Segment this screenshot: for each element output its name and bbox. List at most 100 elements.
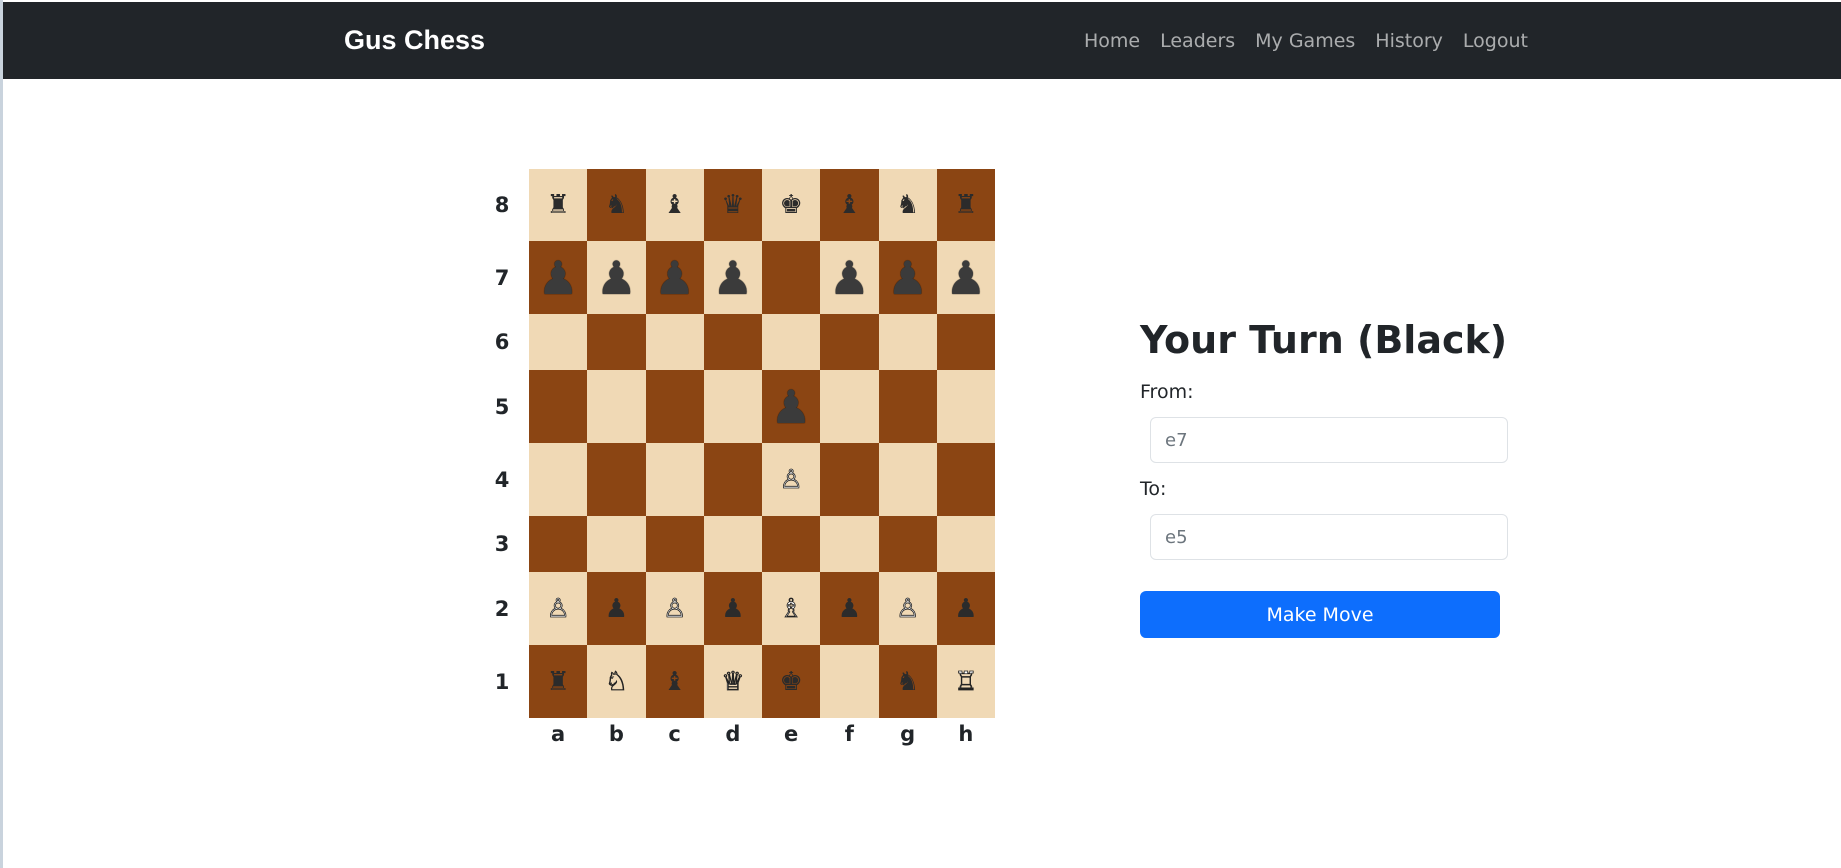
white-rook-icon[interactable]: ♖ <box>954 668 978 695</box>
square-e6[interactable] <box>762 314 821 370</box>
square-h5[interactable] <box>936 370 995 443</box>
black-pawn-icon[interactable]: ♟ <box>596 255 637 301</box>
square-c5[interactable] <box>645 370 704 443</box>
square-d6[interactable] <box>703 314 762 370</box>
square-f2[interactable]: ♟ <box>820 572 879 645</box>
black-pawn-icon[interactable]: ♟ <box>945 255 986 301</box>
square-h3[interactable] <box>936 516 995 572</box>
square-b6[interactable] <box>587 314 646 370</box>
square-a7[interactable]: ♟ <box>529 241 588 314</box>
black-rook-icon[interactable]: ♜ <box>954 192 977 218</box>
square-b1[interactable]: ♘ <box>587 645 646 718</box>
square-g7[interactable]: ♟ <box>878 241 937 314</box>
square-h4[interactable] <box>936 443 995 516</box>
black-pawn-icon[interactable]: ♟ <box>538 255 579 301</box>
square-g1[interactable]: ♞ <box>878 645 937 718</box>
white-pawn-icon[interactable]: ♙ <box>896 595 920 622</box>
square-d2[interactable]: ♟ <box>703 572 762 645</box>
square-b3[interactable] <box>587 516 646 572</box>
square-e4[interactable]: ♙ <box>762 443 821 516</box>
square-f7[interactable]: ♟ <box>820 241 879 314</box>
square-a3[interactable] <box>529 516 588 572</box>
square-d8[interactable]: ♛ <box>703 169 762 241</box>
square-h1[interactable]: ♖ <box>936 645 995 718</box>
square-a4[interactable] <box>529 443 588 516</box>
black-pawn-icon[interactable]: ♟ <box>887 255 928 301</box>
square-c2[interactable]: ♙ <box>645 572 704 645</box>
square-b5[interactable] <box>587 370 646 443</box>
square-g4[interactable] <box>878 443 937 516</box>
square-b8[interactable]: ♞ <box>587 169 646 241</box>
black-bishop-icon[interactable]: ♝ <box>663 192 686 218</box>
nav-my-games[interactable]: My Games <box>1255 30 1355 52</box>
black-king-icon[interactable]: ♚ <box>779 192 802 218</box>
square-c7[interactable]: ♟ <box>645 241 704 314</box>
square-a2[interactable]: ♙ <box>529 572 588 645</box>
black-bishop-icon[interactable]: ♝ <box>663 669 686 695</box>
square-e3[interactable] <box>762 516 821 572</box>
square-d5[interactable] <box>703 370 762 443</box>
black-rook-icon[interactable]: ♜ <box>546 192 569 218</box>
square-b4[interactable] <box>587 443 646 516</box>
square-c6[interactable] <box>645 314 704 370</box>
black-pawn-icon[interactable]: ♟ <box>771 384 812 430</box>
square-f1[interactable] <box>820 645 879 718</box>
square-g2[interactable]: ♙ <box>878 572 937 645</box>
black-pawn-icon[interactable]: ♟ <box>712 255 753 301</box>
white-pawn-icon[interactable]: ♙ <box>546 595 570 622</box>
square-f3[interactable] <box>820 516 879 572</box>
black-pawn-icon[interactable]: ♟ <box>829 255 870 301</box>
black-queen-icon[interactable]: ♛ <box>721 192 744 218</box>
from-input[interactable] <box>1150 417 1508 463</box>
square-a5[interactable] <box>529 370 588 443</box>
square-b7[interactable]: ♟ <box>587 241 646 314</box>
square-d3[interactable] <box>703 516 762 572</box>
to-input[interactable] <box>1150 514 1508 560</box>
square-g5[interactable] <box>878 370 937 443</box>
square-h8[interactable]: ♜ <box>936 169 995 241</box>
make-move-button[interactable]: Make Move <box>1140 591 1500 638</box>
square-b2[interactable]: ♟ <box>587 572 646 645</box>
white-pawn-icon[interactable]: ♙ <box>779 466 803 493</box>
black-rook-icon[interactable]: ♜ <box>546 669 569 695</box>
square-f8[interactable]: ♝ <box>820 169 879 241</box>
square-e5[interactable]: ♟ <box>762 370 821 443</box>
black-pawn-icon[interactable]: ♟ <box>954 596 977 622</box>
square-c8[interactable]: ♝ <box>645 169 704 241</box>
square-a8[interactable]: ♜ <box>529 169 588 241</box>
square-g8[interactable]: ♞ <box>878 169 937 241</box>
black-knight-icon[interactable]: ♞ <box>605 192 628 218</box>
square-a6[interactable] <box>529 314 588 370</box>
nav-history[interactable]: History <box>1375 30 1443 52</box>
black-pawn-icon[interactable]: ♟ <box>605 596 628 622</box>
black-knight-icon[interactable]: ♞ <box>896 669 919 695</box>
brand-logo[interactable]: Gus Chess <box>344 2 485 79</box>
nav-home[interactable]: Home <box>1084 30 1140 52</box>
white-queen-icon[interactable]: ♕ <box>721 668 745 695</box>
square-f5[interactable] <box>820 370 879 443</box>
square-g3[interactable] <box>878 516 937 572</box>
square-h7[interactable]: ♟ <box>936 241 995 314</box>
square-e2[interactable]: ♗ <box>762 572 821 645</box>
square-c3[interactable] <box>645 516 704 572</box>
square-e8[interactable]: ♚ <box>762 169 821 241</box>
square-d7[interactable]: ♟ <box>703 241 762 314</box>
white-bishop-icon[interactable]: ♗ <box>779 595 803 622</box>
white-knight-icon[interactable]: ♘ <box>604 668 628 695</box>
square-c4[interactable] <box>645 443 704 516</box>
black-knight-icon[interactable]: ♞ <box>896 192 919 218</box>
square-f6[interactable] <box>820 314 879 370</box>
square-d1[interactable]: ♕ <box>703 645 762 718</box>
square-d4[interactable] <box>703 443 762 516</box>
square-f4[interactable] <box>820 443 879 516</box>
square-g6[interactable] <box>878 314 937 370</box>
square-e1[interactable]: ♚ <box>762 645 821 718</box>
black-bishop-icon[interactable]: ♝ <box>838 192 861 218</box>
white-pawn-icon[interactable]: ♙ <box>663 595 687 622</box>
black-pawn-icon[interactable]: ♟ <box>838 596 861 622</box>
square-h2[interactable]: ♟ <box>936 572 995 645</box>
square-a1[interactable]: ♜ <box>529 645 588 718</box>
square-e7[interactable] <box>762 241 821 314</box>
nav-logout[interactable]: Logout <box>1463 30 1528 52</box>
black-pawn-icon[interactable]: ♟ <box>721 596 744 622</box>
